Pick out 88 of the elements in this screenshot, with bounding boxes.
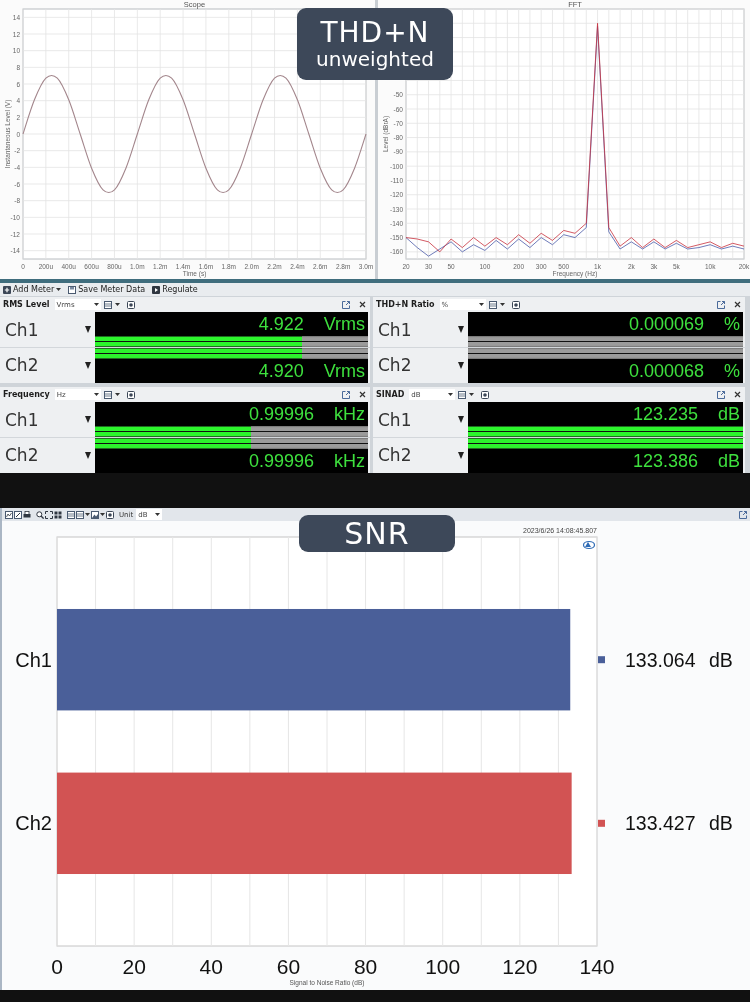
meter-unit: % (724, 360, 740, 382)
caret-icon (85, 451, 91, 459)
meter-value: 4.920 (258, 360, 304, 382)
meter-title: RMS Level (3, 300, 50, 309)
caret-icon (448, 393, 454, 396)
meter-unit: kHz (334, 450, 365, 472)
settings-icon[interactable] (511, 300, 520, 309)
popout-icon[interactable] (342, 300, 350, 309)
meter-unit: Vrms (323, 313, 365, 335)
popout-icon[interactable] (717, 300, 725, 309)
caption-label: THD+N unweighted (297, 8, 453, 80)
table-icon[interactable] (458, 390, 467, 399)
tick-label: 100 (425, 954, 461, 978)
caret-icon (155, 513, 161, 516)
close-icon[interactable] (359, 301, 366, 308)
meter-unit: % (724, 313, 740, 335)
meter-value: 123.235 (632, 403, 698, 425)
popout-icon[interactable] (739, 510, 747, 519)
plus-icon (3, 285, 11, 294)
grid-icon[interactable] (54, 510, 62, 519)
settings-icon[interactable] (126, 300, 135, 309)
play-icon (152, 285, 161, 294)
save-data-button[interactable]: Save Meter Data (68, 283, 146, 296)
tick-label: 0 (51, 954, 63, 978)
tick-label: 80 (353, 954, 378, 978)
settings-icon[interactable] (126, 390, 135, 399)
tick-label: 140 (579, 954, 615, 978)
caret-icon (93, 393, 99, 396)
caret-icon (458, 361, 464, 369)
zoom-icon[interactable] (36, 510, 44, 519)
caret-icon[interactable] (499, 303, 505, 306)
meter-value: 0.000068 (628, 360, 704, 382)
image-icon[interactable] (91, 510, 99, 519)
meter-title: THD+N Ratio (376, 300, 435, 309)
meter-title: SINAD (376, 390, 405, 399)
close-icon[interactable] (734, 301, 741, 308)
meter-value: 4.922 (258, 313, 304, 335)
caption-label: SNR (299, 515, 455, 552)
logo-icon (582, 540, 596, 550)
settings-icon[interactable] (106, 510, 114, 519)
table-icon[interactable] (103, 390, 112, 399)
meter-unit: kHz (334, 403, 365, 425)
meter-title: Frequency (3, 390, 50, 399)
list-icon[interactable] (76, 510, 84, 519)
caret-icon[interactable] (100, 513, 105, 516)
tick-label: 20 (122, 954, 146, 978)
caret-icon[interactable] (114, 393, 120, 396)
edit-icon[interactable] (14, 510, 22, 519)
popout-icon[interactable] (342, 390, 350, 399)
meter-value: 0.000069 (628, 313, 704, 335)
save-icon (68, 285, 77, 294)
caret-icon[interactable] (85, 513, 90, 516)
caret-icon (85, 416, 91, 423)
close-icon[interactable] (734, 391, 741, 398)
meter-unit: dB (717, 450, 740, 472)
value-label: 133.064 dB (625, 648, 733, 671)
add-meter-button[interactable]: Add Meter (3, 283, 62, 296)
caret-icon[interactable] (114, 303, 120, 306)
caret-icon (93, 303, 99, 306)
regulate-button[interactable]: Regulate (152, 283, 198, 296)
caret-icon (458, 416, 464, 423)
caret-icon (85, 361, 91, 369)
caret-icon (85, 326, 91, 333)
table-icon[interactable] (488, 300, 497, 309)
tick-label: 60 (276, 954, 301, 978)
expand-icon[interactable] (45, 510, 53, 519)
caret-icon (478, 303, 484, 306)
table-icon[interactable] (103, 300, 112, 309)
category-label: Ch2 (15, 812, 52, 835)
caret-icon[interactable] (469, 393, 475, 396)
caret-icon (458, 326, 464, 333)
caret-icon (56, 288, 62, 291)
table-icon[interactable] (67, 510, 75, 519)
meter-unit: Vrms (323, 360, 365, 382)
meter-value: 0.99996 (248, 450, 314, 472)
tick-label: 120 (502, 954, 538, 978)
category-label: Ch1 (15, 648, 52, 671)
popout-icon[interactable] (717, 390, 725, 399)
close-icon[interactable] (359, 391, 366, 398)
meter-value: 0.99996 (248, 403, 314, 425)
print-icon[interactable] (23, 510, 31, 519)
caret-icon (458, 451, 464, 459)
meter-unit: dB (717, 403, 740, 425)
tick-label: 40 (199, 954, 223, 978)
meter-value: 123.386 (632, 450, 698, 472)
settings-icon[interactable] (481, 390, 490, 399)
chart-icon[interactable] (5, 510, 13, 519)
value-label: 133.427 dB (625, 812, 733, 835)
